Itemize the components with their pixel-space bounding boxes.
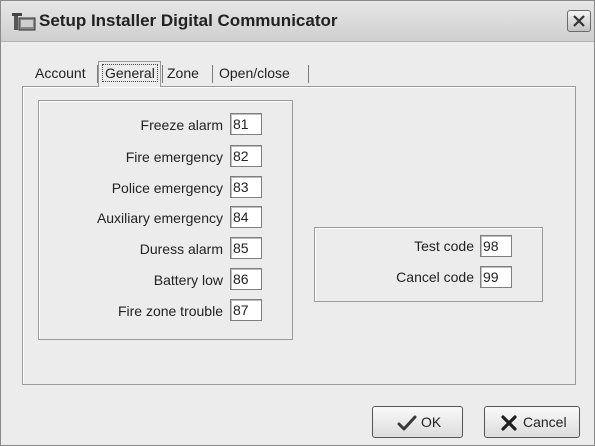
installer-dialog: Setup Installer Digital Communicator Acc… (0, 0, 595, 446)
tab-open-close[interactable]: Open/close (219, 63, 307, 85)
x-mark-icon (501, 415, 517, 431)
installer-app-icon (12, 13, 36, 31)
checkmark-icon (397, 415, 417, 431)
auxiliary-emergency-label: Auxiliary emergency (96, 210, 223, 226)
freeze-alarm-field[interactable] (230, 113, 262, 135)
test-code-label: Test code (414, 238, 474, 254)
tab-separator (212, 65, 213, 83)
fire-zone-trouble-field[interactable] (230, 299, 262, 321)
tab-zone[interactable]: Zone (167, 63, 209, 85)
window-title: Setup Installer Digital Communicator (39, 11, 338, 30)
tab-separator (162, 65, 163, 83)
cancel-button[interactable]: Cancel (484, 406, 580, 438)
police-emergency-field[interactable] (230, 176, 262, 198)
duress-alarm-field[interactable] (230, 237, 262, 259)
fire-zone-trouble-label: Fire zone trouble (117, 303, 223, 319)
cancel-code-label: Cancel code (396, 269, 474, 285)
fire-emergency-field[interactable] (230, 145, 262, 167)
ok-button[interactable]: OK (372, 406, 463, 438)
freeze-alarm-label: Freeze alarm (140, 117, 223, 133)
battery-low-label: Battery low (153, 272, 223, 288)
test-code-field[interactable] (480, 235, 512, 257)
fire-emergency-label: Fire emergency (125, 149, 223, 165)
close-icon (573, 15, 585, 27)
battery-low-field[interactable] (230, 268, 262, 290)
tab-general[interactable]: General (98, 61, 161, 87)
close-button[interactable] (567, 10, 591, 32)
title-bar[interactable]: Setup Installer Digital Communicator (1, 1, 594, 42)
police-emergency-label: Police emergency (111, 180, 223, 196)
tab-separator (308, 65, 309, 83)
auxiliary-emergency-field[interactable] (230, 206, 262, 228)
ok-label: OK (421, 414, 442, 430)
duress-alarm-label: Duress alarm (139, 241, 223, 257)
cancel-label: Cancel (523, 414, 567, 430)
cancel-code-field[interactable] (480, 266, 512, 288)
tab-account[interactable]: Account (35, 63, 97, 85)
